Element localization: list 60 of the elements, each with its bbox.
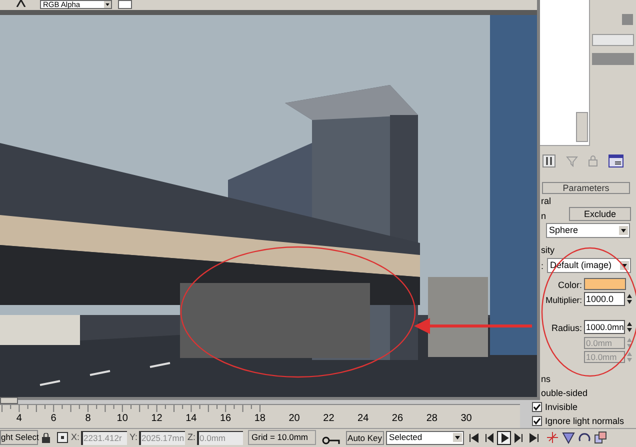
field-label: Multiplier: xyxy=(544,295,582,305)
window-icon[interactable] xyxy=(594,431,608,444)
caret-icon xyxy=(619,226,628,235)
field-label: n xyxy=(541,211,546,221)
axis-label: X: xyxy=(71,430,80,444)
checkbox-label: ouble-sided xyxy=(541,388,588,398)
configure-icon[interactable] xyxy=(608,154,624,168)
pan-axis-icon[interactable] xyxy=(546,431,560,444)
x-icon[interactable] xyxy=(16,0,26,7)
panel-scrollbar xyxy=(576,112,588,142)
next-playback-icon[interactable] xyxy=(513,432,526,444)
play-playback-icon[interactable] xyxy=(498,432,510,444)
radius-field[interactable]: 1000.0mn xyxy=(584,320,625,334)
timeline-label: 24 xyxy=(356,413,370,425)
timeline-label: 10 xyxy=(116,413,129,425)
exclude-button[interactable]: Exclude xyxy=(569,207,631,221)
pin-stack-icon[interactable] xyxy=(542,154,556,168)
timeline-label: 12 xyxy=(150,413,164,425)
group-label: sity xyxy=(541,245,554,255)
timeline-label: 6 xyxy=(50,413,58,425)
group-label: ral xyxy=(541,196,552,206)
timeline-label: 4 xyxy=(15,413,23,425)
key-filter-dropdown[interactable]: Selected xyxy=(386,430,464,444)
timeline-label: 20 xyxy=(288,413,301,425)
timeline-label: 22 xyxy=(322,413,336,425)
field-label: Color: xyxy=(556,280,582,290)
lock-icon[interactable] xyxy=(42,432,50,442)
timeline-label: 30 xyxy=(460,413,473,425)
axis-label: Z: xyxy=(188,430,196,444)
field-label: Radius: xyxy=(550,323,582,333)
start-playback-icon[interactable] xyxy=(468,432,480,444)
axis-label: Y: xyxy=(130,430,138,444)
color-swatch[interactable] xyxy=(118,0,132,9)
absolute-mode-icon[interactable] xyxy=(57,432,68,443)
orbit-icon[interactable] xyxy=(578,431,592,444)
timeline-label: 16 xyxy=(218,413,232,425)
timeline-label: 18 xyxy=(253,413,266,425)
field-label: : xyxy=(541,261,544,271)
group-label: ns xyxy=(541,374,551,384)
caret-icon xyxy=(453,433,462,442)
checkbox-label: Invisible xyxy=(545,402,578,412)
color-swatch[interactable] xyxy=(584,278,626,290)
checkbox[interactable] xyxy=(532,416,542,426)
shape-dropdown[interactable]: Sphere xyxy=(546,223,630,238)
end-playback-icon[interactable] xyxy=(528,432,540,444)
checkbox[interactable] xyxy=(532,402,542,412)
grid-readout: Grid = 10.0mm xyxy=(248,430,316,445)
checkbox-label: Ignore light normals xyxy=(545,416,624,426)
timeline-label: 8 xyxy=(84,413,92,425)
timeline-label: 26 xyxy=(390,413,404,425)
timeline-label: 28 xyxy=(425,413,438,425)
prev-playback-icon[interactable] xyxy=(483,432,496,444)
selection-button[interactable]: ght Select xyxy=(0,430,38,445)
multiplier-field[interactable]: 1000.0 xyxy=(584,292,625,306)
auto-key-button[interactable]: Auto Key xyxy=(346,430,384,444)
selection-bar xyxy=(592,53,634,65)
color-swatch-icon xyxy=(622,14,633,25)
key-icon[interactable] xyxy=(322,436,340,445)
rollout-header[interactable]: Parameters xyxy=(542,182,630,194)
timeline-label: 14 xyxy=(184,413,198,425)
